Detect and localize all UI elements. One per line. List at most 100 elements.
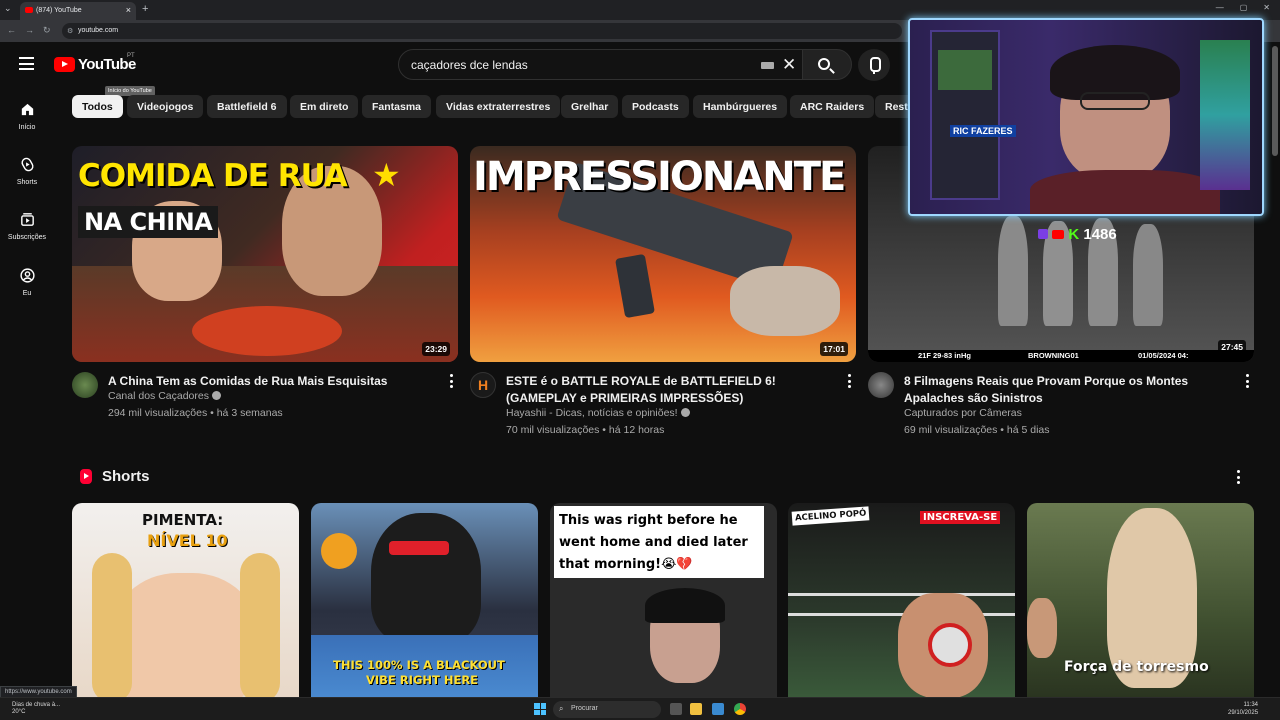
browser-tab-youtube[interactable]: (874) YouTube × [20,2,136,20]
region-code: PT [127,53,135,59]
channel-logo-icon: H [478,377,489,393]
short-card[interactable]: THIS 100% IS A BLACKOUT VIBE RIGHT HERE [311,503,538,698]
thumbnail-text: NA CHINA [78,206,219,238]
weather-temp: 20°C [12,709,26,715]
search-box[interactable]: caçadores dce lendas ✕ [398,49,808,80]
chip-em-direto[interactable]: Em direto [290,95,359,118]
site-info-icon[interactable]: ⚙ [67,27,73,35]
channel-name-row[interactable]: Canal dos Caçadores [108,390,221,402]
youtube-logo[interactable]: YouTube PT [54,53,136,73]
address-bar[interactable]: ⚙ youtube.com [62,23,902,39]
more-actions-icon[interactable] [450,374,454,391]
shorts-icon [20,157,34,172]
explosion-shape [321,533,357,569]
shorts-more-icon[interactable] [1237,470,1241,487]
minimize-icon[interactable]: — [1216,3,1224,12]
search-icon [818,58,830,70]
rifle-grip-shape [615,253,655,319]
page-scrollbar[interactable] [1272,46,1278,156]
maximize-icon[interactable]: ▢ [1240,3,1248,12]
short-card[interactable]: PIMENTA: NÍVEL 10 [72,503,299,698]
video-duration: 17:01 [820,342,848,356]
back-icon[interactable]: ← [7,25,16,35]
chip-arc-raiders[interactable]: ARC Raiders [790,95,875,118]
search-button[interactable] [802,49,852,80]
hair-shape [645,588,725,623]
new-tab-icon[interactable]: + [142,3,148,15]
hair-shape [92,553,132,698]
channel-name[interactable]: Hayashii - Dicas, notícias e opiniões! [506,407,678,419]
taskbar-search[interactable]: ⌕ Procurar [553,701,661,718]
shorts-section-title: Shorts [102,468,150,485]
short-caption: This was right before he [559,513,738,528]
video-title[interactable]: 8 Filmagens Reais que Provam Porque os M… [904,373,1234,406]
windows-taskbar: Dias de chuva à... 20°C ⌕ Procurar 11:34… [0,697,1280,720]
tab-list-icon[interactable]: ⌄ [4,3,12,14]
face-shape [1027,598,1057,658]
short-caption: INSCREVA-SE [920,511,1001,524]
sidebar-item-you[interactable]: Eu [0,267,54,297]
sidebar-item-label: Shorts [16,179,38,186]
glasses-shape [1080,92,1150,110]
sidebar-item-shorts[interactable]: Shorts [0,156,54,186]
channel-name[interactable]: Capturados por Câmeras [904,407,1022,419]
home-icon [21,103,33,116]
chip-videojogos[interactable]: Videojogos [127,95,204,118]
short-card[interactable]: ACELINO POPÓ INSCREVA-SE [788,503,1015,698]
sidebar-item-home[interactable]: Início [0,101,54,131]
taskbar-clock[interactable]: 11:34 29/10/2025 [1228,701,1258,717]
task-view-icon[interactable] [670,703,682,715]
tab-title: (874) YouTube [36,7,82,14]
weather-text: Dias de chuva à... [12,702,61,708]
voice-search-icon[interactable] [858,49,890,81]
search-input[interactable]: caçadores dce lendas [411,58,528,72]
chip-fantasma[interactable]: Fantasma [362,95,432,118]
sidebar-item-subscriptions[interactable]: Subscrições [0,211,54,241]
channel-avatar[interactable] [868,372,894,398]
more-actions-icon[interactable] [1246,374,1250,391]
keyboard-icon[interactable] [761,62,774,69]
video-thumbnail[interactable]: IMPRESSIONANTE 17:01 [470,146,856,362]
chip-battlefield-6[interactable]: Battlefield 6 [207,95,287,118]
account-icon [19,268,35,283]
video-title[interactable]: ESTE é o BATTLE ROYALE de BATTLEFIELD 6!… [506,373,836,406]
short-caption: went home and died later [559,535,748,550]
short-caption: Força de torresmo [1064,659,1209,675]
video-card[interactable]: IMPRESSIONANTE 17:01 H ESTE é o BATTLE R… [470,146,856,436]
chip-grelhar[interactable]: Grelhar [561,95,619,118]
close-tab-icon[interactable]: × [126,5,131,15]
short-card[interactable]: This was right before he went home and d… [550,503,777,698]
reload-icon[interactable]: ↻ [43,25,51,36]
video-card[interactable]: ★ COMIDA DE RUA NA CHINA 23:29 A China T… [72,146,458,419]
short-card[interactable]: Força de torresmo [1027,503,1254,698]
channel-name-row[interactable]: Hayashii - Dicas, notícias e opiniões! [506,407,690,419]
chip-podcasts[interactable]: Podcasts [622,95,689,118]
channel-name[interactable]: Canal dos Caçadores [108,390,209,402]
face-shape [110,573,260,698]
forward-icon[interactable]: → [25,25,34,35]
windows-start-icon[interactable] [534,703,546,715]
short-caption: that morning!😭💔 [559,557,693,572]
video-title[interactable]: A China Tem as Comidas de Rua Mais Esqui… [108,373,438,390]
chip-todos[interactable]: Todos [72,95,123,118]
trailcam-temp: 21F 29-83 inHg [918,351,971,360]
clear-search-icon[interactable]: ✕ [782,55,796,75]
video-thumbnail[interactable]: ★ COMIDA DE RUA NA CHINA 23:29 [72,146,458,362]
video-meta: 294 mil visualizações • há 3 semanas [108,407,283,419]
close-window-icon[interactable]: ✕ [1263,3,1270,12]
shorts-section-header: Shorts [80,468,150,485]
file-explorer-icon[interactable] [690,703,702,715]
channel-avatar[interactable]: H [470,372,496,398]
more-actions-icon[interactable] [848,374,852,391]
chip-hamburgueres[interactable]: Hambúrgueres [693,95,788,118]
weather-widget[interactable]: Dias de chuva à... 20°C [12,702,60,716]
store-icon[interactable] [712,703,724,715]
hamburger-menu-icon[interactable] [19,57,34,70]
chip-vidas-extraterrestres[interactable]: Vidas extraterrestres [436,95,561,118]
wall-sign: RIC FAZERES [950,125,1016,137]
chrome-icon[interactable] [734,703,746,715]
channel-avatar[interactable] [72,372,98,398]
chip-resta[interactable]: Resta [875,95,912,118]
ring-rope [788,593,1015,596]
star-icon: ★ [372,157,401,193]
